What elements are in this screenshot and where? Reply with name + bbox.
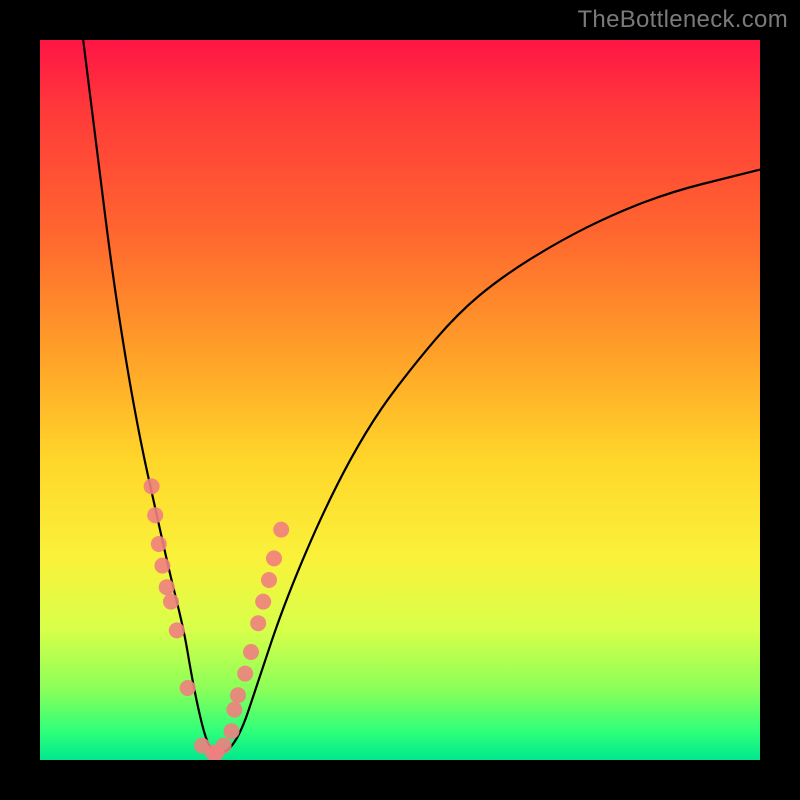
scatter-dot (159, 579, 175, 595)
scatter-dot (154, 558, 170, 574)
scatter-dot (180, 680, 196, 696)
scatter-dot (144, 478, 160, 494)
v-curve (83, 40, 760, 753)
scatter-dot (243, 644, 259, 660)
scatter-dot (216, 738, 232, 754)
scatter-dot (230, 687, 246, 703)
scatter-dot (169, 622, 185, 638)
scatter-dot (250, 615, 266, 631)
scatter-dot (273, 522, 289, 538)
scatter-dot (226, 702, 242, 718)
scatter-dots (144, 478, 290, 760)
scatter-dot (237, 666, 253, 682)
scatter-dot (255, 594, 271, 610)
scatter-dot (163, 594, 179, 610)
chart-plot-area (40, 40, 760, 760)
scatter-dot (266, 550, 282, 566)
chart-frame: TheBottleneck.com (0, 0, 800, 800)
scatter-dot (261, 572, 277, 588)
scatter-dot (151, 536, 167, 552)
scatter-dot (147, 507, 163, 523)
chart-svg (40, 40, 760, 760)
watermark: TheBottleneck.com (577, 6, 788, 34)
scatter-dot (224, 723, 240, 739)
